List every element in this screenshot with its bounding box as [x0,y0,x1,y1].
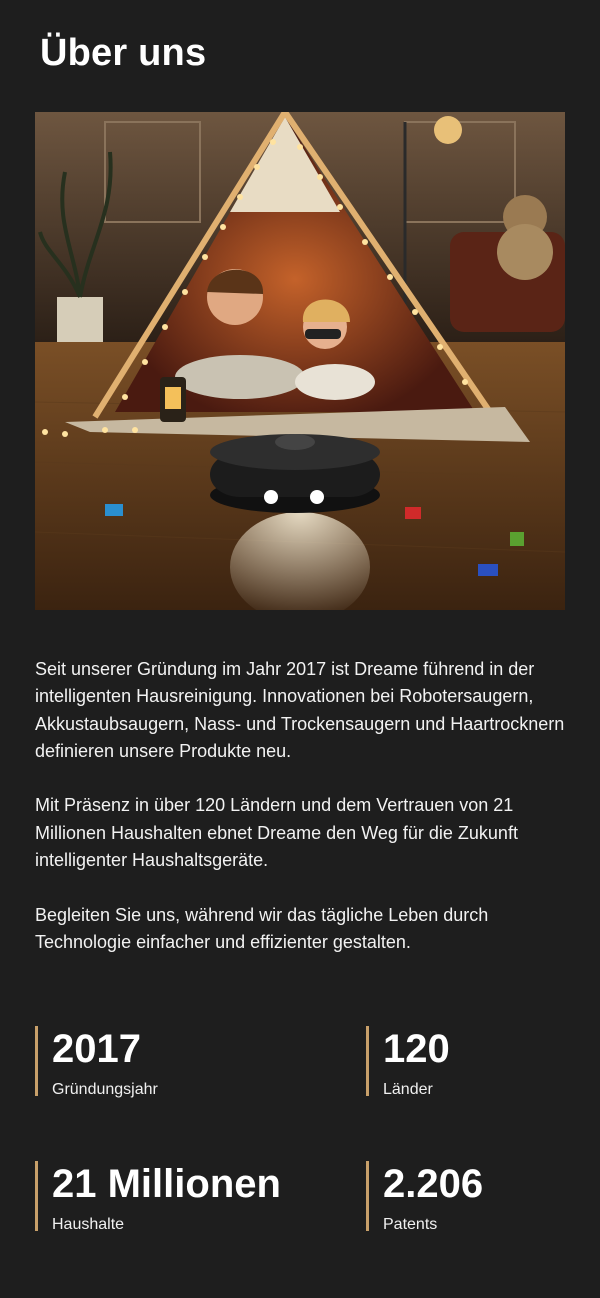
hero-image [35,112,565,610]
stat-value: 120 [383,1027,450,1071]
stat-value: 2017 [52,1027,141,1071]
stat-households: 21 Millionen Haushalte [35,1161,281,1233]
stat-label: Patents [383,1216,438,1233]
stat-label: Länder [383,1081,433,1098]
stat-label: Gründungsjahr [52,1081,158,1098]
paragraph-presence: Mit Präsenz in über 120 Ländern und dem … [35,795,518,871]
page-title: Über uns [40,32,207,74]
paragraph-invitation: Begleiten Sie uns, während wir das tägli… [35,904,489,952]
stat-label: Haushalte [52,1216,125,1233]
stat-value: 2.206 [383,1162,484,1206]
about-text: Seit unserer Gründung im Jahr 2017 ist D… [35,656,565,984]
stat-patents: 2.206 Patents [366,1161,484,1233]
stat-countries: 120 Länder [366,1026,450,1098]
stat-value: 21 Millionen [52,1162,281,1206]
stat-founding-year: 2017 Gründungsjahr [35,1026,158,1098]
paragraph-founding: Seit unserer Gründung im Jahr 2017 ist D… [35,659,565,761]
